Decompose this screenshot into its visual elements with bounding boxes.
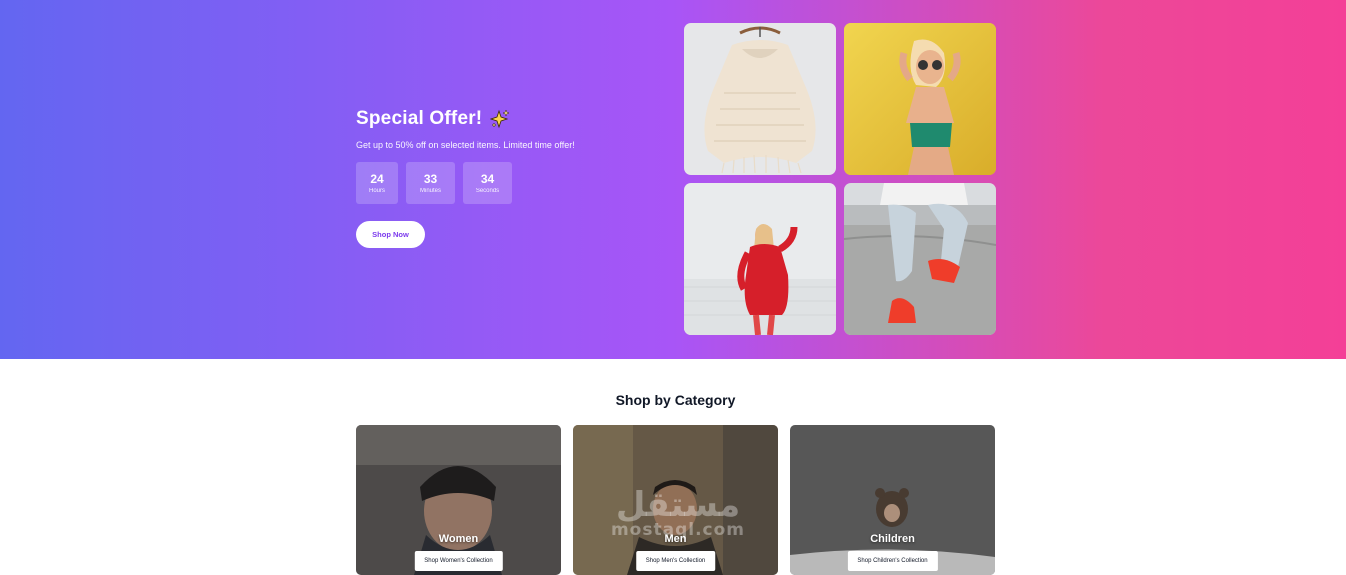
countdown-hours: 24 Hours [356, 162, 398, 204]
countdown-timer: 24 Hours 33 Minutes 34 Seconds [356, 162, 656, 204]
special-offer-banner: Special Offer! Get up to 50% off on sele… [0, 0, 1346, 359]
product-image-red-sneakers[interactable] [844, 183, 996, 335]
red-sweater-image [684, 183, 836, 335]
product-image-knit-poncho[interactable] [684, 23, 836, 175]
shop-now-button[interactable]: Shop Now [356, 221, 425, 248]
category-title-children: Children [870, 533, 915, 545]
countdown-minutes-value: 33 [423, 172, 438, 186]
offer-title: Special Offer! [356, 108, 483, 129]
countdown-seconds: 34 Seconds [463, 162, 512, 204]
category-card-men[interactable]: Men Shop Men's Collection [573, 425, 778, 575]
category-title-men: Men [664, 533, 687, 545]
product-image-woman-sunglasses[interactable] [844, 23, 996, 175]
countdown-minutes: 33 Minutes [406, 162, 455, 204]
countdown-hours-label: Hours [368, 188, 385, 194]
offer-content: Special Offer! Get up to 50% off on sele… [356, 108, 656, 248]
shop-men-button[interactable]: Shop Men's Collection [635, 551, 716, 571]
countdown-minutes-label: Minutes [419, 188, 441, 194]
category-card-women[interactable]: Women Shop Women's Collection [356, 425, 561, 575]
red-sneakers-image [844, 183, 996, 335]
product-image-red-sweater[interactable] [684, 183, 836, 335]
countdown-hours-value: 24 [370, 172, 384, 186]
shop-women-button[interactable]: Shop Women's Collection [414, 551, 503, 571]
knit-poncho-image [684, 23, 836, 175]
offer-subtitle: Get up to 50% off on selected items. Lim… [356, 140, 575, 150]
shop-by-category-heading: Shop by Category [615, 392, 736, 408]
sparkles-icon [490, 109, 511, 129]
category-card-children[interactable]: Children Shop Children's Collection [790, 425, 995, 575]
woman-sunglasses-image [844, 23, 996, 175]
countdown-seconds-value: 34 [480, 172, 495, 186]
offer-title-row: Special Offer! [356, 108, 656, 130]
countdown-seconds-label: Seconds [475, 188, 500, 194]
shop-children-button[interactable]: Shop Children's Collection [847, 551, 938, 571]
category-title-women: Women [438, 533, 479, 545]
